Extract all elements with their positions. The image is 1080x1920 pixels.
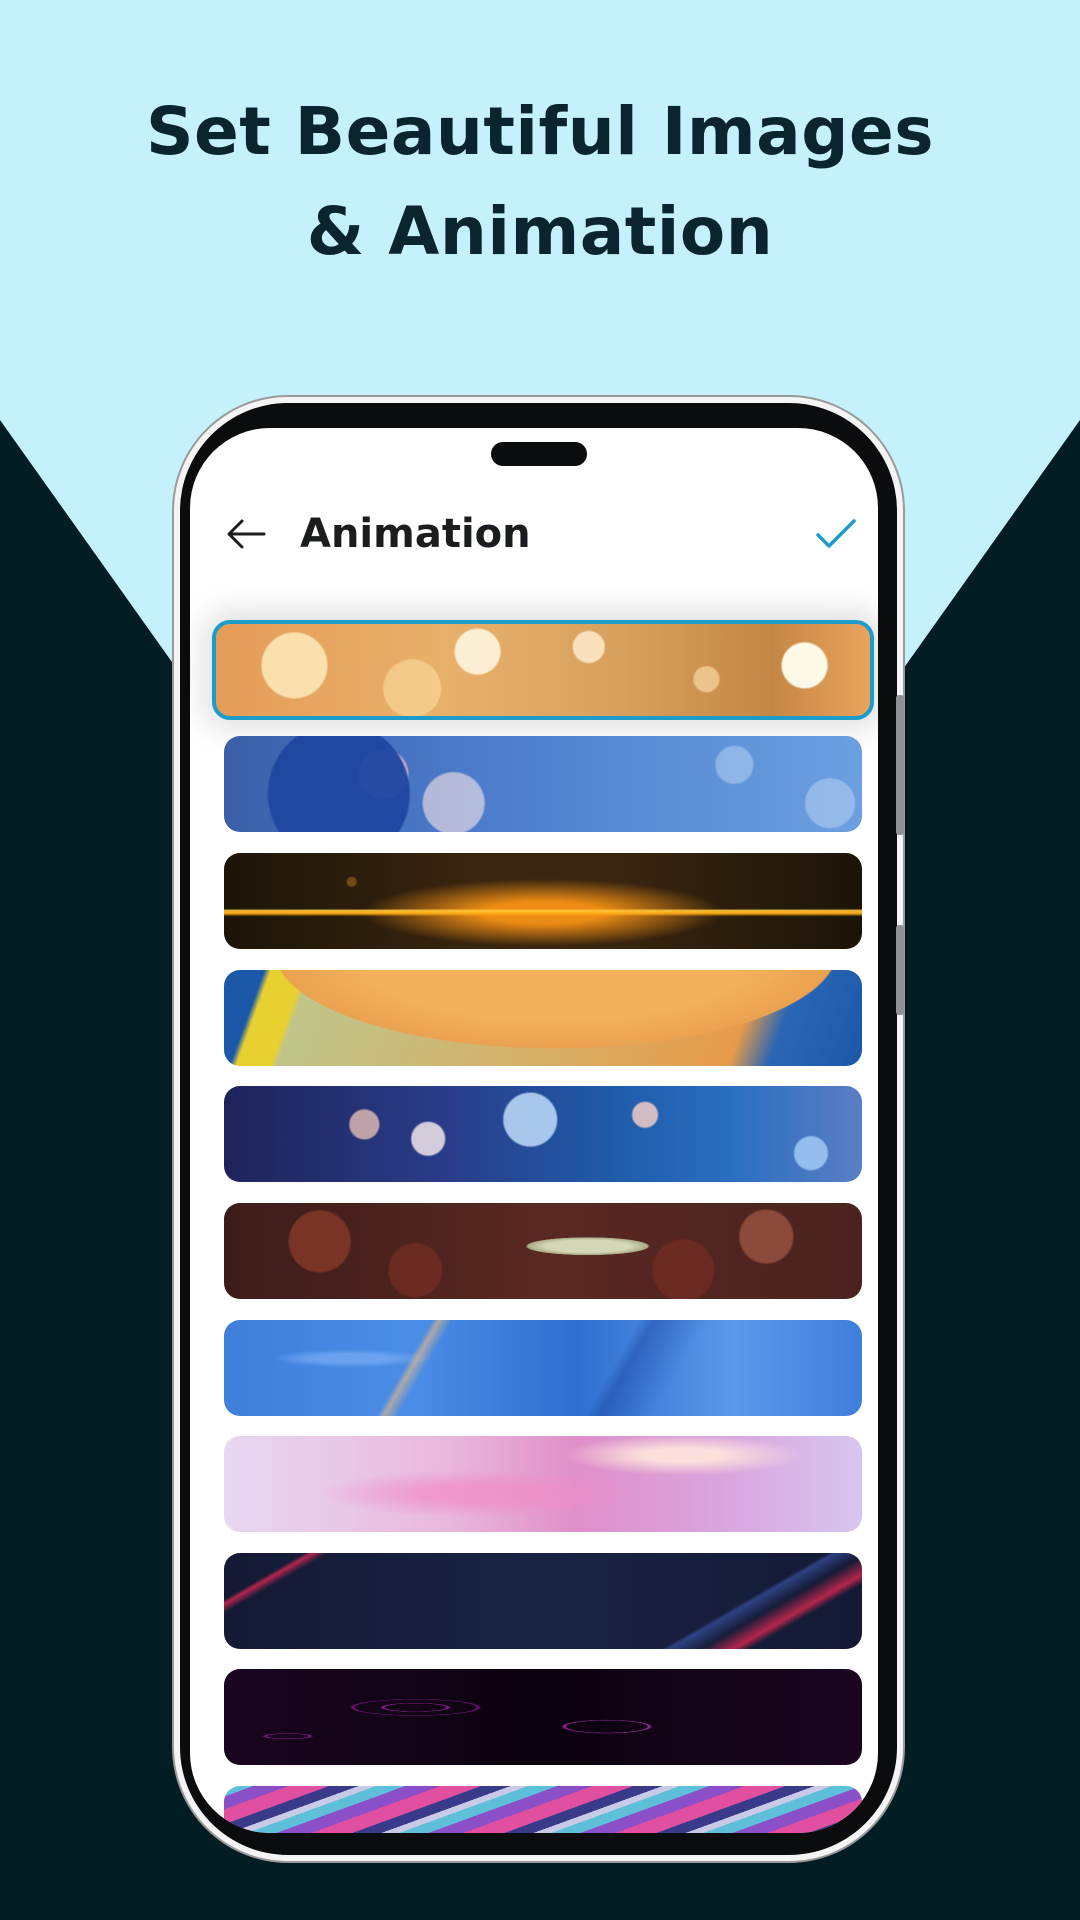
animation-item[interactable] — [224, 1436, 862, 1532]
phone-side-button — [896, 695, 904, 835]
page-title: Animation — [300, 511, 531, 557]
animation-item[interactable] — [224, 970, 862, 1066]
arrow-left-icon — [227, 519, 266, 549]
animation-item[interactable] — [224, 1786, 862, 1833]
animation-item-selected[interactable] — [212, 620, 874, 720]
animation-item[interactable] — [224, 1553, 862, 1649]
phone-notch — [491, 442, 587, 466]
app-bar: Animation — [190, 488, 878, 580]
animation-item[interactable] — [224, 853, 862, 949]
animation-item[interactable] — [224, 1669, 862, 1765]
animation-item[interactable] — [224, 1203, 862, 1299]
phone-side-button — [896, 925, 904, 1015]
back-button[interactable] — [222, 510, 270, 558]
animation-item[interactable] — [224, 1086, 862, 1182]
animation-list — [190, 428, 878, 1833]
animation-item[interactable] — [224, 1320, 862, 1416]
animation-item[interactable] — [224, 736, 862, 832]
confirm-button[interactable] — [812, 510, 860, 558]
headline-line-1: Set Beautiful Images — [145, 93, 935, 170]
headline-line-2: & Animation — [306, 193, 774, 270]
checkmark-icon — [816, 519, 856, 548]
headline: Set Beautiful Images & Animation — [0, 82, 1080, 282]
phone-screen: Animation — [190, 428, 878, 1833]
